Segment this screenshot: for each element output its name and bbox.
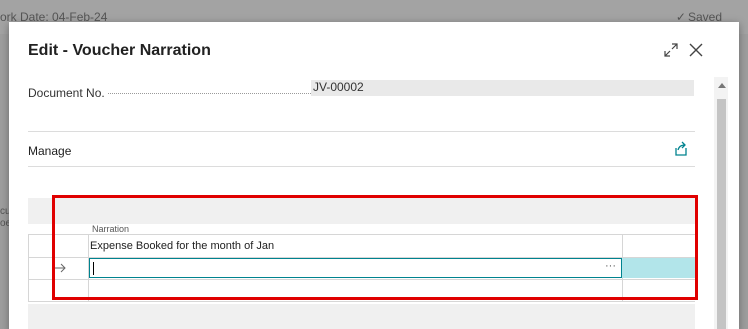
grid-line <box>28 301 695 302</box>
expand-icon[interactable] <box>663 42 679 58</box>
grid-line <box>28 234 29 302</box>
document-no-label: Document No. <box>28 86 105 100</box>
document-no-field: JV-00002 <box>311 80 694 96</box>
share-icon[interactable] <box>673 141 689 157</box>
close-icon[interactable] <box>687 41 705 59</box>
scroll-up-arrow-icon[interactable] <box>718 83 726 88</box>
field-leader-dots <box>108 93 313 94</box>
manage-tab[interactable]: Manage <box>28 144 71 158</box>
divider <box>28 131 695 132</box>
scrollbar-thumb[interactable] <box>717 99 726 329</box>
divider <box>28 166 695 167</box>
dialog-title: Edit - Voucher Narration <box>28 42 211 59</box>
annotation-highlight-box <box>52 195 698 300</box>
